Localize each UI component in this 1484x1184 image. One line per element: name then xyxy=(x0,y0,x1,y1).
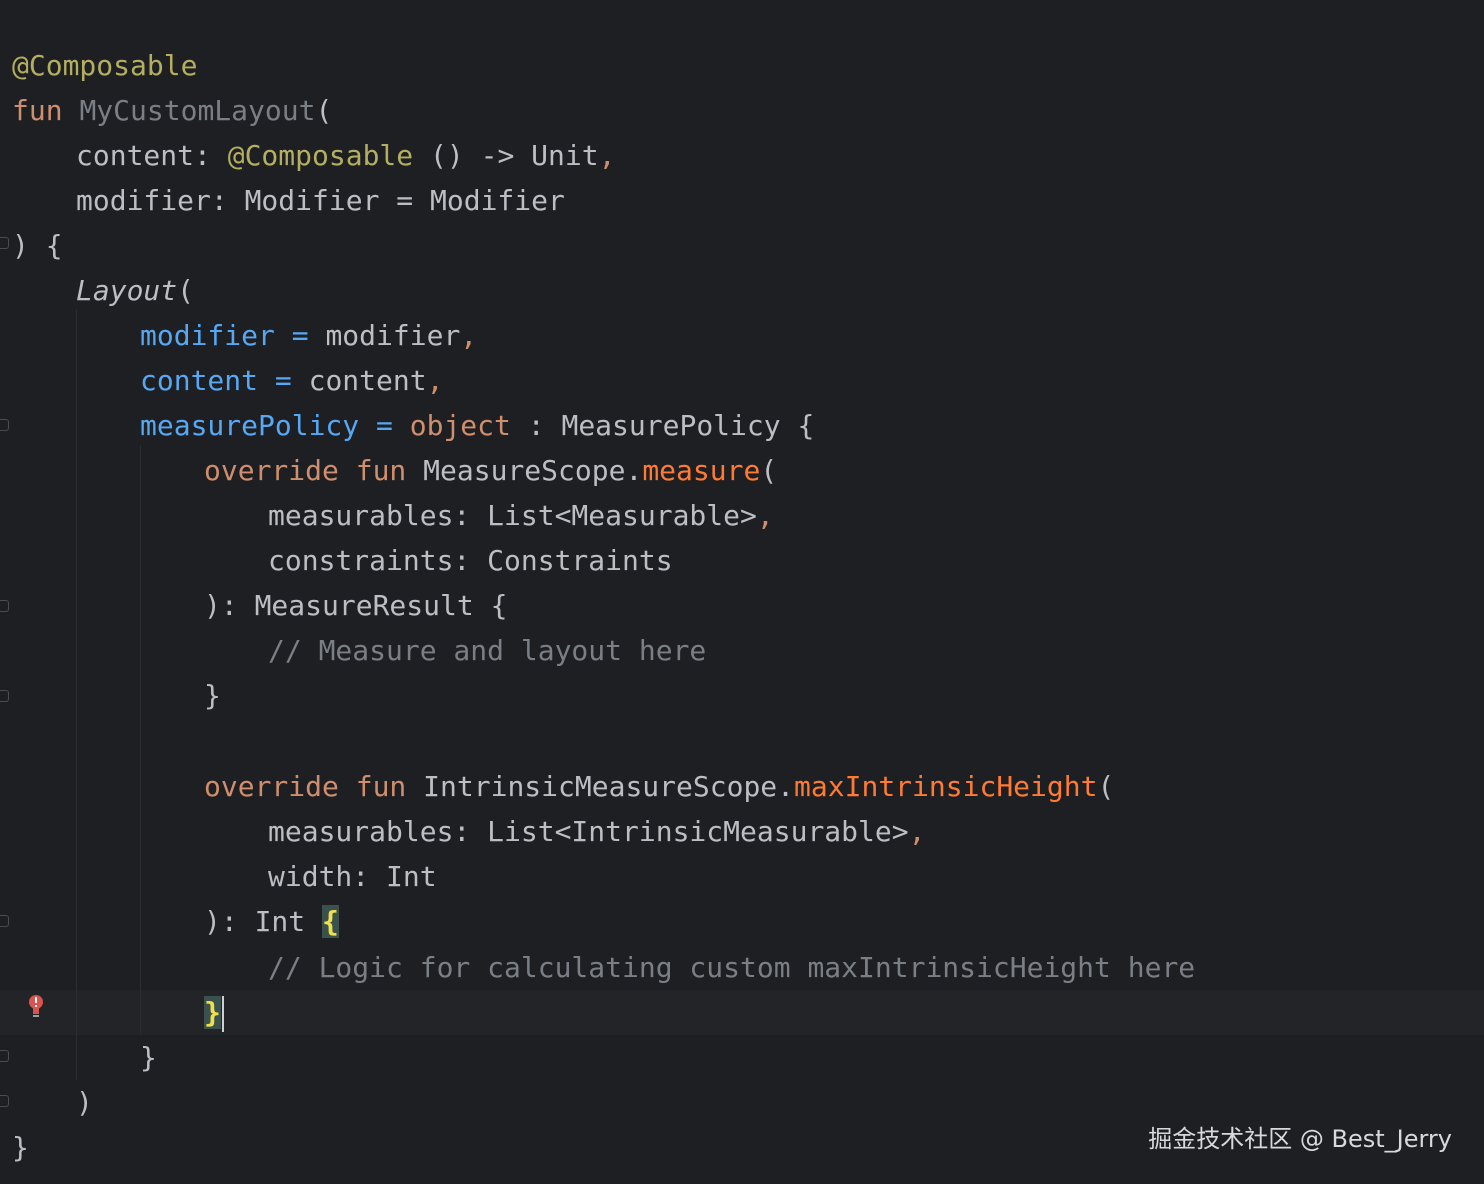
fold-marker-icon[interactable] xyxy=(0,237,9,249)
code-line-10[interactable]: override fun MeasureScope.measure( xyxy=(204,448,777,493)
code-line-22[interactable]: } xyxy=(204,990,224,1035)
matched-brace: { xyxy=(322,905,339,938)
code-text: ): Int xyxy=(204,905,323,938)
function-call: Layout xyxy=(76,274,178,307)
equals: = xyxy=(258,364,309,397)
code-text: ): MeasureResult { xyxy=(204,589,508,622)
code-line-23[interactable]: } xyxy=(140,1035,157,1080)
matched-brace: } xyxy=(204,996,221,1029)
code-line-3[interactable]: content: @Composable () -> Unit, xyxy=(76,133,615,178)
code-editor[interactable]: @Composable fun MyCustomLayout( content:… xyxy=(0,0,1484,1184)
code-text: ) { xyxy=(12,229,63,262)
keyword: fun xyxy=(338,770,424,803)
code-text: constraints: Constraints xyxy=(268,544,673,577)
code-line-9[interactable]: measurePolicy = object : MeasurePolicy { xyxy=(140,403,814,448)
keyword: override xyxy=(204,770,339,803)
code-line-4[interactable]: modifier: Modifier = Modifier xyxy=(76,178,565,223)
named-argument: measurePolicy xyxy=(140,409,360,442)
code-line-12[interactable]: constraints: Constraints xyxy=(268,538,673,583)
code-line-5[interactable]: ) { xyxy=(12,223,63,268)
code-line-24[interactable]: ) xyxy=(76,1080,93,1125)
code-line-19[interactable]: width: Int xyxy=(268,854,437,899)
fold-marker-icon[interactable] xyxy=(0,1095,9,1107)
code-line-20[interactable]: ): Int { xyxy=(204,899,339,944)
annotation: @Composable xyxy=(227,139,414,172)
code-comment: // Measure and layout here xyxy=(268,634,707,667)
indent-guide xyxy=(140,445,141,1035)
code-line-6[interactable]: Layout( xyxy=(76,268,194,313)
named-argument: modifier xyxy=(140,319,275,352)
code-line-1[interactable]: @Composable xyxy=(12,43,197,88)
code-line-2[interactable]: fun MyCustomLayout( xyxy=(12,88,332,133)
paren: ( xyxy=(760,454,778,487)
code-line-25[interactable]: } xyxy=(12,1125,29,1170)
code-line-7[interactable]: modifier = modifier, xyxy=(140,313,477,358)
annotation: @Composable xyxy=(12,49,198,82)
text-caret xyxy=(221,996,224,1032)
keyword: override xyxy=(204,454,339,487)
code-text: width: Int xyxy=(268,860,437,893)
fold-marker-icon[interactable] xyxy=(0,690,9,702)
argument-value: modifier xyxy=(325,319,461,352)
argument-value: content xyxy=(308,364,427,397)
comma: , xyxy=(756,499,774,532)
paren: ( xyxy=(177,274,195,307)
code-text: measurables: List<IntrinsicMeasurable> xyxy=(268,815,909,848)
named-argument: content xyxy=(140,364,259,397)
code-line-8[interactable]: content = content, xyxy=(140,358,443,403)
code-line-11[interactable]: measurables: List<Measurable>, xyxy=(268,493,774,538)
watermark: 掘金技术社区 @ Best_Jerry xyxy=(1148,1125,1452,1153)
code-text: } xyxy=(12,1131,29,1164)
code-line-14[interactable]: // Measure and layout here xyxy=(268,628,706,673)
comma: , xyxy=(598,139,616,172)
comma: , xyxy=(460,319,478,352)
type-text: () -> Unit xyxy=(413,139,599,172)
lightbulb-error-icon[interactable] xyxy=(26,993,46,1021)
keyword: fun xyxy=(12,94,63,127)
fold-marker-icon[interactable] xyxy=(0,915,9,927)
paren: ( xyxy=(1097,770,1115,803)
code-line-21[interactable]: // Logic for calculating custom maxIntri… xyxy=(268,945,1195,990)
code-line-13[interactable]: ): MeasureResult { xyxy=(204,583,507,628)
code-text: ) xyxy=(76,1086,93,1119)
paren: ( xyxy=(315,94,333,127)
receiver-type: IntrinsicMeasureScope. xyxy=(423,770,795,803)
comma: , xyxy=(908,815,926,848)
fold-marker-icon[interactable] xyxy=(0,600,9,612)
method-name: measure xyxy=(642,454,761,487)
code-line-15[interactable]: } xyxy=(204,673,221,718)
code-line-18[interactable]: measurables: List<IntrinsicMeasurable>, xyxy=(268,809,925,854)
receiver-type: MeasureScope. xyxy=(423,454,643,487)
param-label: content: xyxy=(76,139,228,172)
keyword: fun xyxy=(338,454,424,487)
code-text: } xyxy=(140,1041,157,1074)
indent-guide xyxy=(76,310,77,1080)
fold-marker-icon[interactable] xyxy=(0,419,9,431)
function-name: MyCustomLayout xyxy=(79,94,316,127)
keyword: object xyxy=(409,409,511,442)
code-text: measurables: List<Measurable> xyxy=(268,499,757,532)
code-comment: // Logic for calculating custom maxIntri… xyxy=(268,951,1196,984)
equals: = xyxy=(274,319,326,352)
fold-marker-icon[interactable] xyxy=(0,1050,9,1062)
comma: , xyxy=(426,364,444,397)
method-name: maxIntrinsicHeight xyxy=(794,770,1098,803)
code-text: modifier: Modifier = Modifier xyxy=(76,184,565,217)
error-squiggle xyxy=(204,705,220,711)
type-text: : MeasurePolicy { xyxy=(510,409,815,442)
code-line-17[interactable]: override fun IntrinsicMeasureScope.maxIn… xyxy=(204,764,1114,809)
equals: = xyxy=(359,409,410,442)
